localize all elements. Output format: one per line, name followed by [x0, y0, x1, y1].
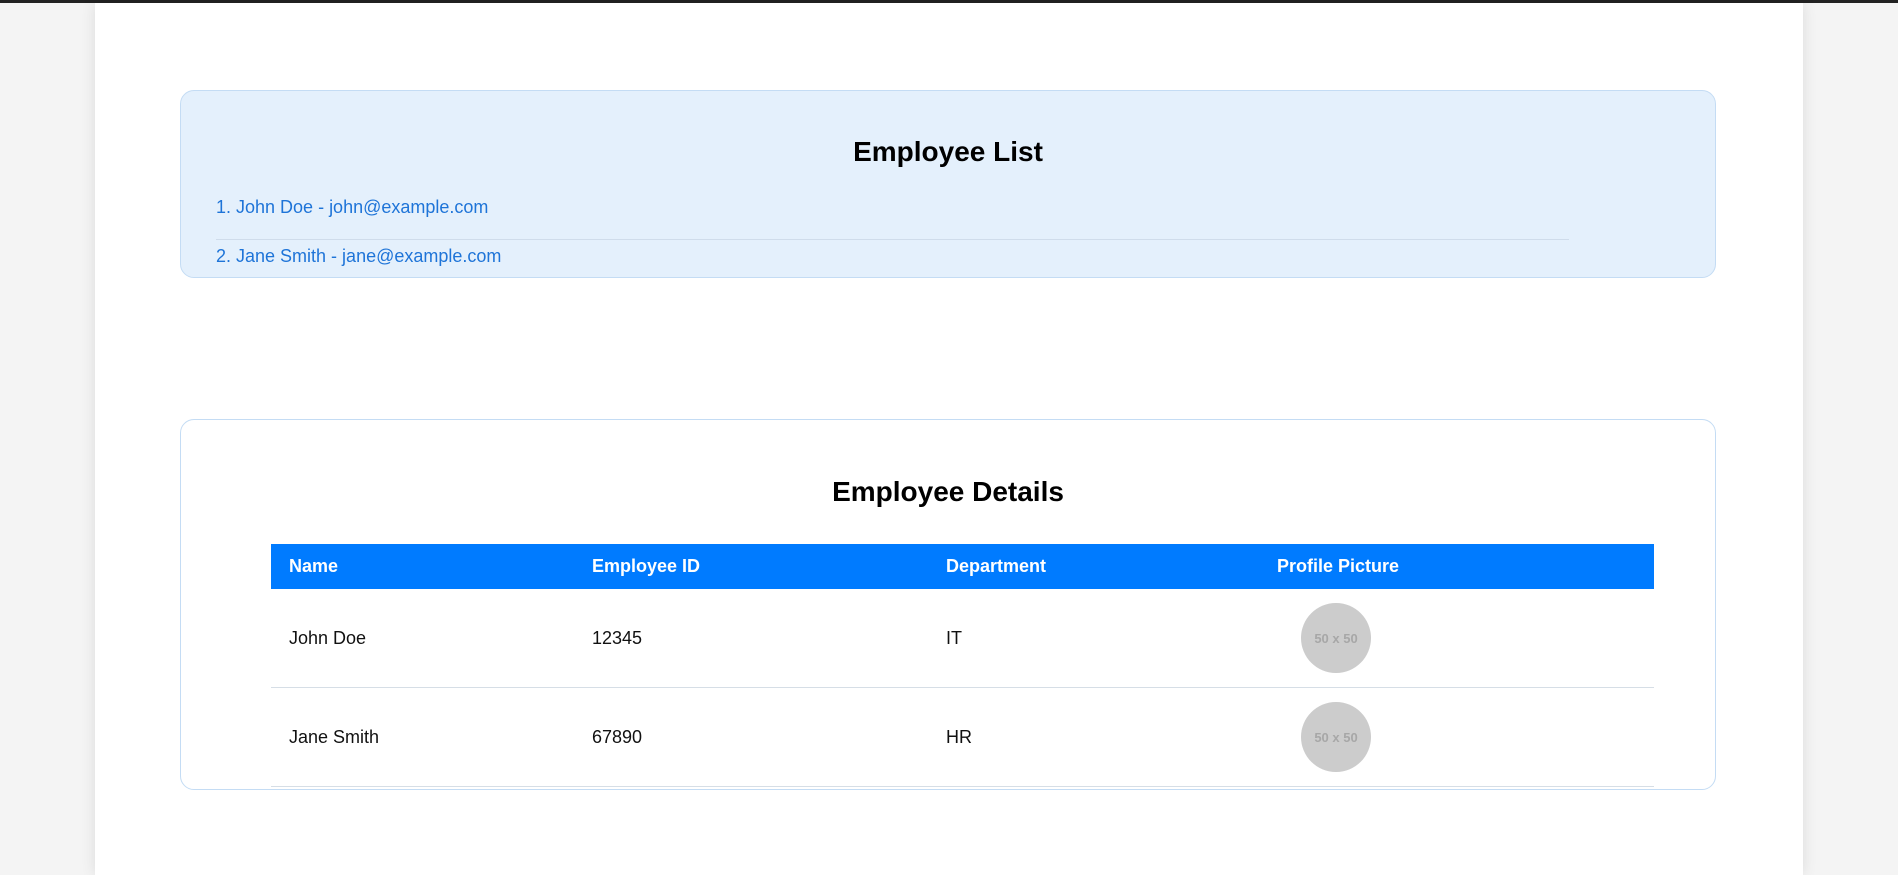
table-row: Jane Smith 67890 HR 50 x 50 [271, 687, 1654, 787]
employee-list-card: Employee List 1. John Doe - john@example… [180, 90, 1716, 278]
table-header-row: Name Employee ID Department Profile Pict… [271, 544, 1654, 589]
cell-employee-id: 12345 [574, 589, 928, 688]
employee-list-title: Employee List [853, 136, 1043, 167]
cell-department: IT [928, 589, 1259, 688]
page-container: Employee List 1. John Doe - john@example… [95, 3, 1803, 875]
avatar: 50 x 50 [1301, 702, 1371, 772]
employee-details-title: Employee Details [832, 476, 1064, 507]
employee-list-item[interactable]: 2. Jane Smith - jane@example.com [216, 240, 1569, 277]
column-header-department: Department [928, 544, 1259, 589]
column-header-employee-id: Employee ID [574, 544, 928, 589]
column-header-name: Name [271, 544, 574, 589]
employee-list-item[interactable]: 1. John Doe - john@example.com [216, 191, 1569, 240]
cell-profile-picture: 50 x 50 [1259, 687, 1654, 787]
employee-details-table: Name Employee ID Department Profile Pict… [271, 544, 1654, 787]
avatar: 50 x 50 [1301, 603, 1371, 673]
cell-profile-picture: 50 x 50 [1259, 589, 1654, 688]
cell-department: HR [928, 687, 1259, 787]
table-row: John Doe 12345 IT 50 x 50 [271, 589, 1654, 688]
employee-list: 1. John Doe - john@example.com 2. Jane S… [216, 191, 1569, 277]
cell-name: John Doe [271, 589, 574, 688]
column-header-profile-picture: Profile Picture [1259, 544, 1654, 589]
employee-details-card: Employee Details Name Employee ID Depart… [180, 419, 1716, 790]
cell-employee-id: 67890 [574, 687, 928, 787]
cell-name: Jane Smith [271, 687, 574, 787]
